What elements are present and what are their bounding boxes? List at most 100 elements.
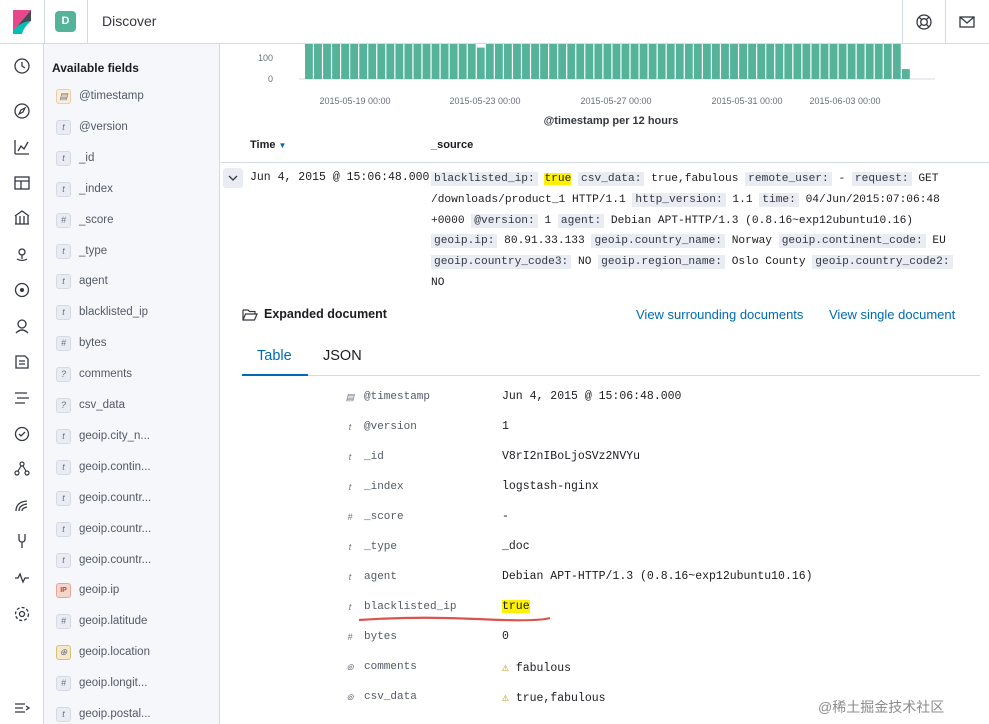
histogram-bar[interactable]: [603, 44, 612, 79]
field-item[interactable]: t _type: [56, 241, 216, 261]
histogram-bar[interactable]: [422, 44, 431, 79]
logs-icon[interactable]: [12, 352, 32, 372]
mail-icon[interactable]: [957, 12, 977, 32]
histogram-bar[interactable]: [494, 44, 503, 79]
histogram-bar[interactable]: [639, 44, 648, 79]
tab-table[interactable]: Table: [257, 348, 292, 364]
histogram-bar[interactable]: [476, 47, 485, 79]
kibana-logo-icon[interactable]: [11, 10, 33, 34]
histogram-bar[interactable]: [531, 44, 539, 79]
field-item[interactable]: ? csv_data: [56, 395, 216, 415]
histogram-bar[interactable]: [567, 44, 576, 79]
histogram-bar[interactable]: [784, 44, 793, 79]
field-item[interactable]: t geoip.countr...: [56, 550, 216, 570]
histogram-bar[interactable]: [621, 44, 630, 79]
field-item[interactable]: t geoip.countr...: [56, 488, 216, 508]
histogram-bar[interactable]: [458, 44, 467, 79]
histogram-bar[interactable]: [892, 44, 901, 79]
warning-icon[interactable]: ⚠: [502, 662, 516, 675]
histogram-bar[interactable]: [811, 44, 820, 79]
histogram-bar[interactable]: [350, 44, 359, 79]
field-item[interactable]: ? comments: [56, 364, 216, 384]
field-item[interactable]: # geoip.longit...: [56, 673, 216, 693]
histogram-bar[interactable]: [838, 44, 847, 79]
field-item[interactable]: IP geoip.ip: [56, 580, 216, 600]
field-item[interactable]: t agent: [56, 271, 216, 291]
histogram-bar[interactable]: [314, 44, 322, 79]
histogram-bar[interactable]: [702, 44, 711, 79]
canvas-icon[interactable]: [12, 208, 32, 228]
metrics-icon[interactable]: [12, 316, 32, 336]
histogram-bar[interactable]: [865, 44, 874, 79]
field-item[interactable]: t @version: [56, 117, 216, 137]
histogram-bar[interactable]: [730, 44, 738, 79]
histogram-bar[interactable]: [359, 44, 368, 79]
histogram-bar[interactable]: [440, 44, 449, 79]
help-icon[interactable]: [914, 12, 934, 32]
graph-icon[interactable]: [12, 459, 32, 479]
histogram-bar[interactable]: [395, 44, 404, 79]
histogram-bar[interactable]: [748, 44, 757, 79]
histogram-bar[interactable]: [693, 44, 702, 79]
view-single-link[interactable]: View single document: [829, 307, 955, 322]
histogram-bar[interactable]: [675, 44, 684, 79]
histogram-bar[interactable]: [576, 44, 585, 79]
histogram-bar[interactable]: [485, 44, 494, 79]
recent-icon[interactable]: [12, 56, 32, 76]
histogram-bar[interactable]: [739, 44, 747, 79]
histogram-bar[interactable]: [874, 44, 883, 79]
field-item[interactable]: t _index: [56, 179, 216, 199]
time-column-header[interactable]: Time ▼: [250, 139, 286, 151]
field-item[interactable]: t geoip.postal...: [56, 704, 216, 724]
histogram-bar[interactable]: [775, 44, 784, 79]
space-avatar[interactable]: D: [55, 11, 76, 32]
histogram-bar[interactable]: [467, 44, 476, 79]
histogram-bar[interactable]: [503, 44, 512, 79]
field-item[interactable]: t geoip.contin...: [56, 457, 216, 477]
histogram-bar[interactable]: [829, 44, 838, 79]
apm-icon[interactable]: [12, 388, 32, 408]
ml-icon[interactable]: [12, 280, 32, 300]
histogram-bar[interactable]: [368, 44, 377, 79]
histogram-bar[interactable]: [558, 44, 567, 79]
monitoring-icon[interactable]: [12, 568, 32, 588]
histogram-bar[interactable]: [513, 44, 521, 79]
field-item[interactable]: t blacklisted_ip: [56, 302, 216, 322]
histogram-bar[interactable]: [901, 69, 910, 79]
histogram-bar[interactable]: [386, 44, 395, 79]
expand-row-button[interactable]: [223, 168, 243, 188]
visualize-icon[interactable]: [12, 137, 32, 157]
field-item[interactable]: t geoip.countr...: [56, 519, 216, 539]
field-item[interactable]: t geoip.city_n...: [56, 426, 216, 446]
maps-icon[interactable]: [12, 244, 32, 264]
histogram-bar[interactable]: [431, 44, 440, 79]
histogram-bar[interactable]: [856, 44, 865, 79]
management-icon[interactable]: [12, 604, 32, 624]
discover-icon[interactable]: [12, 101, 32, 121]
histogram-bar[interactable]: [766, 44, 775, 79]
field-item[interactable]: ⊕ geoip.location: [56, 642, 216, 662]
histogram-bar[interactable]: [341, 44, 350, 79]
histogram-bar[interactable]: [332, 44, 340, 79]
histogram-bar[interactable]: [648, 44, 657, 79]
histogram-bar[interactable]: [630, 44, 639, 79]
histogram-bar[interactable]: [594, 44, 603, 79]
histogram-bar[interactable]: [540, 44, 549, 79]
histogram-bar[interactable]: [585, 44, 594, 79]
histogram-bar[interactable]: [612, 44, 621, 79]
devtools-icon[interactable]: [12, 531, 32, 551]
histogram-bar[interactable]: [657, 44, 666, 79]
field-item[interactable]: t _id: [56, 148, 216, 168]
histogram-bar[interactable]: [820, 44, 829, 79]
collapse-nav-icon[interactable]: [12, 698, 32, 718]
uptime-icon[interactable]: [12, 424, 32, 444]
histogram-bar[interactable]: [847, 44, 856, 79]
histogram-bar[interactable]: [413, 44, 422, 79]
histogram-bar[interactable]: [684, 44, 693, 79]
field-item[interactable]: # geoip.latitude: [56, 611, 216, 631]
histogram-bar[interactable]: [323, 44, 331, 79]
view-surrounding-link[interactable]: View surrounding documents: [636, 307, 803, 322]
histogram-bar[interactable]: [449, 44, 458, 79]
siem-icon[interactable]: [12, 496, 32, 516]
field-item[interactable]: ▤ @timestamp: [56, 86, 216, 106]
